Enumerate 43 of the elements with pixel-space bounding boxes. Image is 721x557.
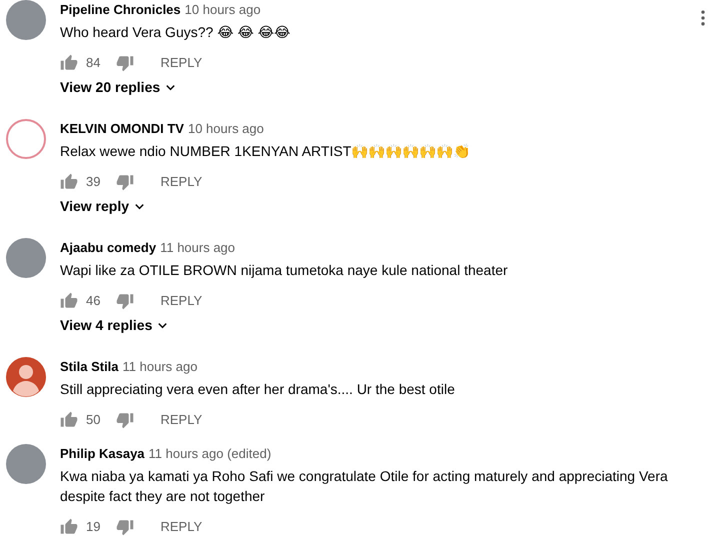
author-name[interactable]: KELVIN OMONDI TV [60,120,184,138]
like-button[interactable] [60,54,78,72]
like-count: 84 [86,54,100,72]
comment-text: Still appreciating vera even after her drama's.... Ur the best otile [60,380,456,399]
view-replies-button[interactable]: View reply [60,196,146,216]
like-count: 50 [86,411,100,430]
avatar-photo-placeholder[interactable] [6,0,46,40]
reply-button[interactable]: REPLY [156,291,206,311]
comment-time[interactable]: 10 hours ago [188,120,264,138]
reply-button[interactable]: REPLY [156,172,206,192]
view-replies-button[interactable]: View 20 replies [60,77,176,97]
view-replies-button[interactable]: View 4 replies [60,315,168,335]
like-button[interactable] [60,173,78,191]
channel-logo-placeholder[interactable] [6,119,46,159]
dislike-button[interactable] [116,411,134,429]
dislike-button[interactable] [116,173,134,191]
author-name[interactable]: Philip Kasaya [60,445,145,463]
avatar-photo-placeholder[interactable] [6,444,46,484]
author-name[interactable]: Ajaabu comedy [60,239,156,257]
like-button[interactable] [60,411,78,429]
comment-time[interactable]: 11 hours ago (edited) [148,445,272,463]
like-count: 39 [86,173,100,192]
comment-text: Kwa niaba ya kamati ya Roho Safi we congratulate Otile for acting maturely and appreciating Vera despite fact they are not together [60,467,669,506]
comment-text: Who heard Vera Guys?? 😂 😂 😂😂 [60,23,292,42]
reply-button[interactable]: REPLY [156,410,206,430]
default-avatar-icon[interactable] [6,357,46,397]
like-button[interactable] [60,292,78,310]
comment-time[interactable]: 11 hours ago [122,358,198,376]
comment-text: Wapi like za OTILE BROWN nijama tumetoka naye kule national theater [60,261,509,280]
dislike-button[interactable] [116,518,134,536]
like-count: 19 [86,518,100,536]
reply-button[interactable]: REPLY [156,53,206,73]
comment-text: Relax wewe ndio NUMBER 1KENYAN ARTIST🙌🙌🙌🙌🙌🙌👏 [60,142,472,161]
author-name[interactable]: Pipeline Chronicles [60,1,181,19]
avatar-photo-placeholder[interactable] [6,238,46,278]
comment-time[interactable]: 10 hours ago [184,1,261,19]
dislike-button[interactable] [116,292,134,310]
comment-time[interactable]: 11 hours ago [160,239,236,257]
like-count: 46 [86,292,100,310]
reply-button[interactable]: REPLY [156,517,206,537]
dislike-button[interactable] [116,54,134,72]
author-name[interactable]: Stila Stila [60,358,119,376]
like-button[interactable] [60,518,78,536]
